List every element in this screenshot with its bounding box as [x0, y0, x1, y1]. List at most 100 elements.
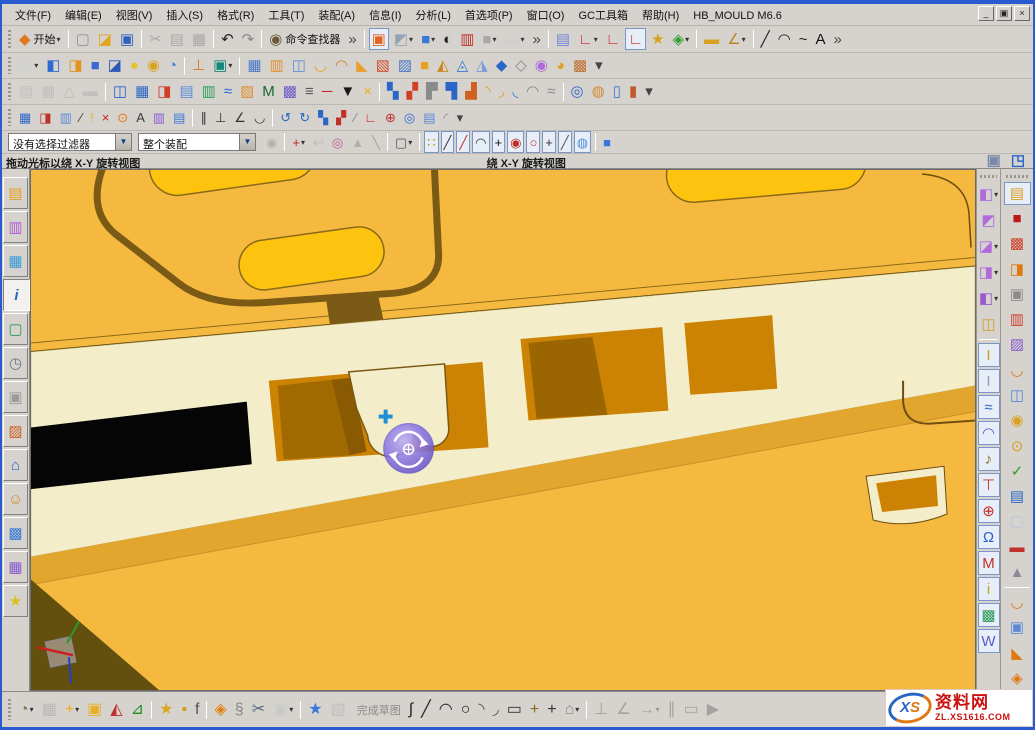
delete-button[interactable]: ×: [99, 107, 113, 129]
component-group-button[interactable]: ▪: [178, 697, 190, 723]
orange-cylinder-button[interactable]: ⊙: [114, 107, 131, 129]
section-view-button[interactable]: ▥: [457, 28, 477, 50]
cart-tab[interactable]: ▦: [3, 551, 28, 583]
book-export-button[interactable]: ▤: [1004, 485, 1031, 508]
sketch-fillet-button[interactable]: ◝: [475, 697, 487, 723]
add-to-selection-button[interactable]: +▾: [289, 131, 308, 153]
toolbar-grip[interactable]: [1006, 175, 1028, 178]
pattern-button[interactable]: ▦: [132, 81, 152, 103]
rotate-cw-button[interactable]: ↻: [296, 107, 313, 129]
replace-face-button[interactable]: ▟: [462, 81, 480, 103]
target-button[interactable]: ⊕: [382, 107, 399, 129]
shaded-cube-snap-button[interactable]: ■: [600, 131, 614, 153]
menu-item-11[interactable]: 窗口(O): [520, 8, 572, 24]
wave-geometry-button[interactable]: ◈: [211, 697, 229, 723]
slider-note-button[interactable]: ♪: [978, 447, 1000, 471]
pocket-button[interactable]: ▯: [610, 81, 624, 103]
selection-scope-arrow-icon[interactable]: ▼: [239, 134, 255, 150]
gray-cube-button[interactable]: ■▾: [479, 28, 499, 50]
emboss-button[interactable]: ▩: [570, 55, 590, 77]
bounded-plane-button[interactable]: ◧: [43, 55, 63, 77]
grid-remove-button[interactable]: ▞: [333, 107, 349, 129]
measure-angle-button-dropdown-icon[interactable]: ▾: [742, 35, 746, 44]
menu-item-1[interactable]: 文件(F): [8, 8, 58, 24]
surface-overflow[interactable]: ▾: [592, 55, 606, 77]
sketch-shape-button-dropdown-icon[interactable]: ▾: [575, 705, 579, 714]
sketch-line-button[interactable]: ╱: [418, 697, 434, 723]
through-curves-button[interactable]: ■: [88, 55, 103, 77]
corner-button[interactable]: ◜: [441, 107, 452, 129]
pencil-edit-button[interactable]: ∕: [77, 107, 85, 129]
rotate-ccw-button[interactable]: ↺: [277, 107, 294, 129]
boolean-button-dropdown-icon[interactable]: ▾: [228, 61, 232, 70]
close-button[interactable]: ×: [1014, 6, 1030, 21]
pane-button[interactable]: ▤: [420, 107, 438, 129]
menu-item-13[interactable]: 帮助(H): [635, 8, 686, 24]
gray-cubes-button[interactable]: ▦: [39, 697, 60, 723]
snap-existing-point-button[interactable]: +: [542, 131, 556, 153]
explode-assembly-button-dropdown-icon[interactable]: ▾: [30, 705, 34, 714]
menu-item-10[interactable]: 首选项(P): [458, 8, 520, 24]
snap-point-on-curve-button[interactable]: ╱: [558, 131, 572, 153]
point-set-button[interactable]: ◈▾: [670, 28, 693, 50]
part-navigator-tab[interactable]: ▦: [3, 245, 28, 277]
assembly-constraint-button[interactable]: ⊿: [128, 697, 147, 723]
offset-surface-button[interactable]: ▨: [395, 55, 415, 77]
shaded-view-button-dropdown-icon[interactable]: ▾: [431, 35, 435, 44]
mold-box-button[interactable]: ▩: [1004, 232, 1031, 255]
thicken-button[interactable]: ▥: [267, 55, 287, 77]
l-blocks-button[interactable]: ◣: [1004, 642, 1031, 665]
menu-item-7[interactable]: 装配(A): [311, 8, 362, 24]
new-file-button[interactable]: ▢: [73, 28, 93, 50]
mold-base-gift-button[interactable]: ▩: [978, 603, 1000, 627]
selection-filter-dropdown[interactable]: 没有选择过滤器 ▼: [8, 133, 132, 151]
cube-pair-button[interactable]: ▣: [1004, 616, 1031, 639]
gray-cube-button-dropdown-icon[interactable]: ▾: [492, 35, 496, 44]
gusset-button[interactable]: ◣: [353, 55, 371, 77]
flag-attribute-button[interactable]: f: [192, 697, 202, 723]
hole-button[interactable]: ◎: [568, 81, 587, 103]
point-set-button-dropdown-icon[interactable]: ▾: [685, 35, 689, 44]
ejector-t-button[interactable]: ⊤: [978, 473, 1000, 497]
selection-filter-arrow-icon[interactable]: ▼: [115, 134, 131, 150]
fit-view-button[interactable]: ◳: [1008, 154, 1028, 167]
prompt-history-button[interactable]: ▣: [984, 154, 1004, 167]
mold-cavity-layout-button-dropdown-icon[interactable]: ▾: [994, 268, 998, 277]
sew-button[interactable]: ◫: [289, 55, 309, 77]
sequence-button[interactable]: ▣▾: [270, 697, 296, 723]
sprue-bushing-button[interactable]: Ω: [978, 525, 1000, 549]
menu-item-14[interactable]: HB_MOULD M6.6: [686, 8, 789, 24]
suppress-button[interactable]: ×: [360, 81, 375, 103]
promote-button[interactable]: ▥: [199, 81, 219, 103]
csys-dynamic-button-dropdown-icon[interactable]: ▾: [594, 35, 598, 44]
guide-bolt-button[interactable]: i: [978, 577, 1000, 601]
snap-quadrant-button[interactable]: ○: [526, 131, 540, 153]
display-part-button-dropdown-icon[interactable]: ▾: [409, 35, 413, 44]
bend-button[interactable]: ◠: [332, 55, 351, 77]
split-body-button[interactable]: ◭: [434, 55, 452, 77]
lifter-frame-button[interactable]: ◠: [978, 421, 1000, 445]
measure-angle-button[interactable]: ∠▾: [724, 28, 748, 50]
save-button[interactable]: ▣: [117, 28, 137, 50]
blue-sheets-button[interactable]: ◫: [1004, 384, 1031, 407]
rectangle-select-button-dropdown-icon[interactable]: ▾: [408, 138, 412, 147]
screw-bolt-button[interactable]: I: [978, 343, 1000, 367]
information-browser-tab[interactable]: i: [3, 279, 30, 311]
locating-ring-button[interactable]: ⊕: [978, 499, 1000, 523]
compose-button[interactable]: M: [259, 81, 278, 103]
edit-overflow[interactable]: ▾: [454, 107, 467, 129]
materials-tab[interactable]: ▨: [3, 415, 28, 447]
snap-midpoint-button[interactable]: ╱: [456, 131, 470, 153]
sheet-button[interactable]: ▢▾: [16, 55, 41, 77]
menu-item-4[interactable]: 插入(S): [159, 8, 210, 24]
hem-flange-button[interactable]: ◡: [311, 55, 330, 77]
concentric-button[interactable]: ◎: [401, 107, 418, 129]
boss-button[interactable]: ◍: [589, 81, 608, 103]
break-link-button[interactable]: ✂: [249, 697, 268, 723]
swept-button[interactable]: ◪: [105, 55, 125, 77]
remember-constraint-button[interactable]: ★: [305, 697, 325, 723]
system-scene-tab[interactable]: ⌂: [3, 449, 28, 481]
frame-h-button[interactable]: ▣: [1004, 283, 1031, 306]
swirl-surface-button[interactable]: ◔: [165, 55, 180, 77]
show-hide-button[interactable]: ▥: [57, 107, 75, 129]
